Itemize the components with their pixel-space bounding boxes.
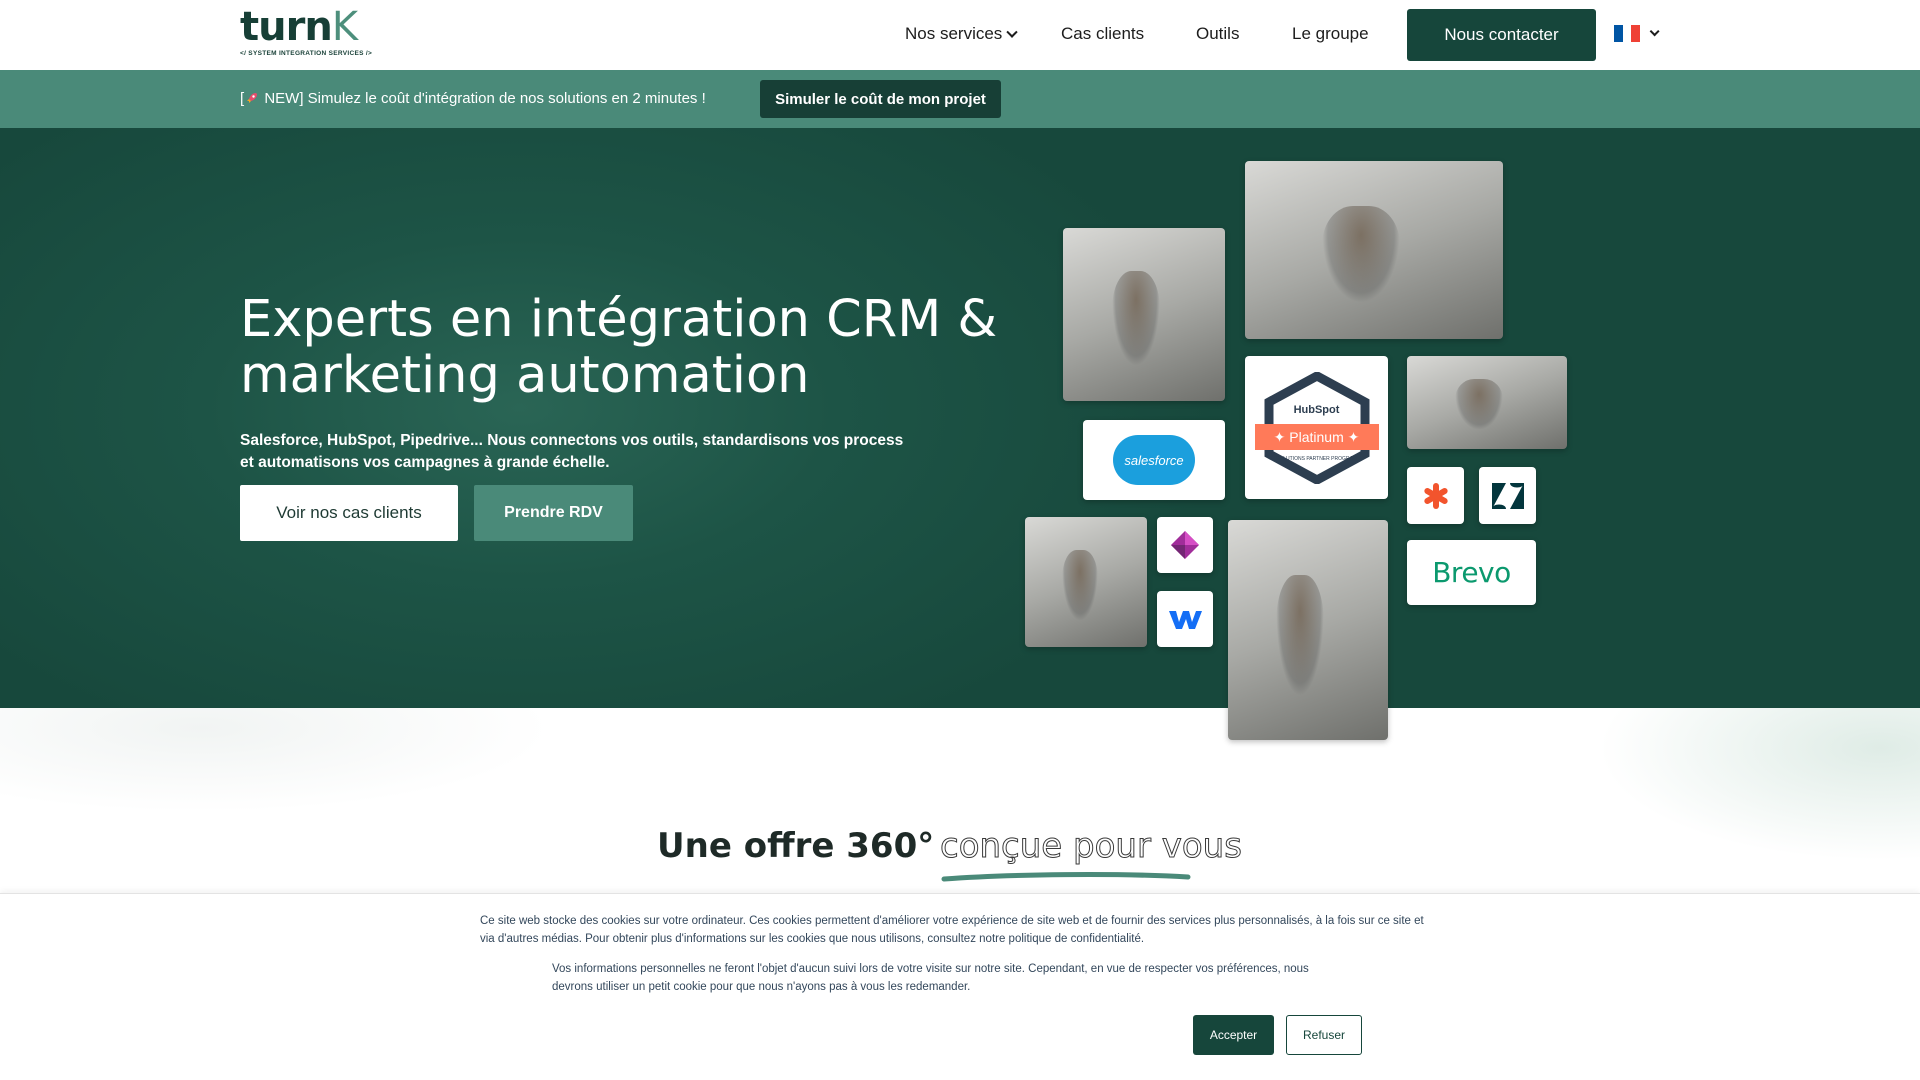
hero-subtitle: Salesforce, HubSpot, Pipedrive... Nous c… <box>240 432 904 471</box>
accept-cookies-button[interactable]: Accepter <box>1193 1015 1274 1055</box>
nav-label: Cas clients <box>1061 24 1145 43</box>
nav-item-cases[interactable]: Cas clients <box>1061 24 1144 44</box>
photo-man-at-desk <box>1245 161 1503 339</box>
webflow-logo-tile <box>1157 591 1213 647</box>
zendesk-logo-tile <box>1479 467 1536 524</box>
view-cases-button[interactable]: Voir nos cas clients <box>240 485 458 541</box>
photo-man-leaning-on-laptop <box>1228 520 1388 740</box>
chevron-down-icon <box>1649 26 1660 37</box>
pipedrive-logo-tile <box>1407 467 1464 524</box>
cookie-consent-bar: Ce site web stocke des cookies sur votre… <box>0 893 1920 1080</box>
cookie-text-secondary: Vos informations personnelles ne feront … <box>552 963 1309 993</box>
nav-item-services[interactable]: Nos services <box>905 24 1018 44</box>
nav-item-group[interactable]: Le groupe <box>1292 24 1369 44</box>
language-selector[interactable] <box>1614 25 1660 42</box>
book-meeting-button[interactable]: Prendre RDV <box>474 485 633 541</box>
site-header: turnK </ SYSTEM INTEGRATION SERVICES /> … <box>0 0 1920 70</box>
partner-program-label: SOLUTIONS PARTNER PROGRAM <box>1276 455 1357 462</box>
power-apps-logo-tile <box>1157 517 1213 573</box>
zendesk-icon <box>1491 482 1524 509</box>
brevo-wordmark: Brevo <box>1432 556 1511 589</box>
nav-item-tools[interactable]: Outils <box>1196 24 1239 44</box>
rocket-icon <box>247 93 258 103</box>
photo-women-at-laptops <box>1063 228 1225 401</box>
refuse-cookies-button[interactable]: Refuser <box>1286 1015 1362 1055</box>
nav-label: Outils <box>1196 24 1240 43</box>
cookie-text-primary: Ce site web stocke des cookies sur votre… <box>480 915 1424 945</box>
photo-man-with-headset <box>1407 356 1567 449</box>
salesforce-cloud-icon: salesforce <box>1113 435 1195 485</box>
chevron-down-icon <box>1006 26 1018 38</box>
platinum-ribbon: ✦ Platinum ✦ <box>1254 423 1379 450</box>
turnk-logo[interactable]: turnK </ SYSTEM INTEGRATION SERVICES /> <box>240 4 390 62</box>
webflow-icon <box>1169 611 1202 629</box>
asterisk-logo-icon <box>1423 482 1448 509</box>
diamond-logo-icon <box>1171 531 1199 559</box>
hand-drawn-underline-icon <box>941 872 1191 882</box>
nav-label: Le groupe <box>1292 24 1369 43</box>
salesforce-logo-tile: salesforce <box>1083 420 1225 500</box>
hubspot-label: HubSpot <box>1293 403 1340 416</box>
announcement-banner: [ NEW] Simulez le coût d'intégration de … <box>0 70 1920 128</box>
banner-text: [ NEW] Simulez le coût d'intégration de … <box>240 90 706 107</box>
hubspot-platinum-badge: HubSpot ✦ Platinum ✦ SOLUTIONS PARTNER P… <box>1245 356 1388 499</box>
simulate-cost-button[interactable]: Simuler le coût de mon projet <box>760 80 1001 118</box>
contact-button[interactable]: Nous contacter <box>1407 9 1596 61</box>
hero-title: Experts en intégration CRM & marketing a… <box>240 290 998 405</box>
logo-tagline: </ SYSTEM INTEGRATION SERVICES /> <box>240 50 373 57</box>
hero-section: Experts en intégration CRM & marketing a… <box>0 128 1920 708</box>
brevo-logo-tile: Brevo <box>1407 540 1536 605</box>
photo-woman-with-laptop <box>1025 517 1147 647</box>
france-flag-icon <box>1614 25 1641 42</box>
section-title-accent: conçue pour vous <box>940 826 1243 867</box>
section-title: Une offre 360° <box>657 826 935 866</box>
logo-wordmark: turnK <box>240 4 358 50</box>
nav-label: Nos services <box>905 24 1003 43</box>
